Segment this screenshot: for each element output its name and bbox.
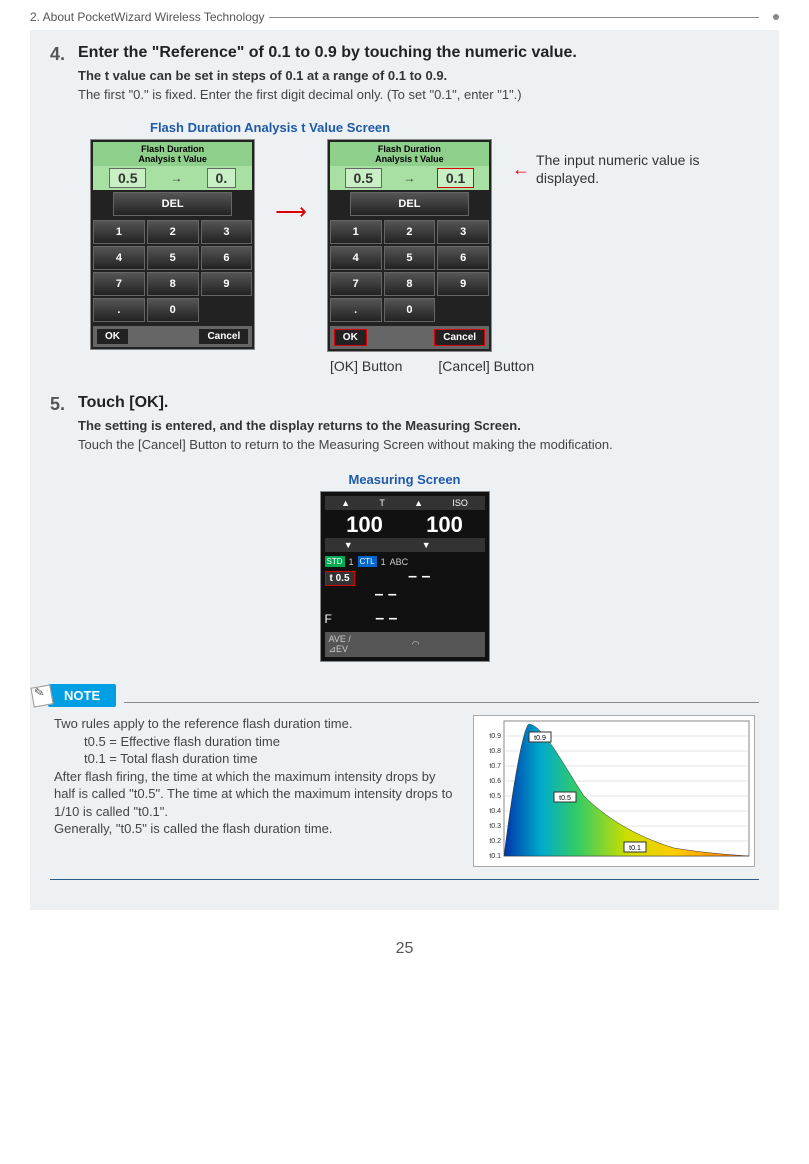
header-text: 2. About PocketWizard Wireless Technolog…	[30, 10, 265, 24]
svg-text:t0.5: t0.5	[559, 795, 571, 802]
numpad-screens: Flash Duration Analysis t Value 0.5 → 0.…	[90, 139, 759, 352]
svg-text:t0.4: t0.4	[489, 808, 501, 815]
svg-text:t0.6: t0.6	[489, 778, 501, 785]
circle-icon: ◠	[412, 639, 420, 650]
t05-badge: t 0.5	[325, 571, 355, 586]
pencil-icon	[30, 684, 53, 707]
note-body: Two rules apply to the reference flash d…	[50, 715, 759, 875]
note-line: t0.1 = Total flash duration time	[84, 750, 453, 768]
step-title: Touch [OK].	[78, 394, 759, 412]
key-7[interactable]: 7	[93, 272, 145, 296]
step-text: The first "0." is fixed. Enter the first…	[78, 87, 759, 102]
key-9[interactable]: 9	[437, 272, 489, 296]
key-5[interactable]: 5	[384, 246, 436, 270]
value-right-a[interactable]: 0.5	[345, 168, 382, 188]
key-1[interactable]: 1	[93, 220, 145, 244]
header-section: 2. About PocketWizard Wireless Technolog…	[30, 10, 779, 24]
arrow-left-icon: ←	[512, 159, 530, 180]
step-title: Enter the "Reference" of 0.1 to 0.9 by t…	[78, 44, 759, 62]
numpad-left: Flash Duration Analysis t Value 0.5 → 0.…	[90, 139, 255, 350]
numpad-right: Flash Duration Analysis t Value 0.5 → 0.…	[327, 139, 492, 352]
ok-button[interactable]: OK	[334, 329, 367, 346]
content-area: 4. Enter the "Reference" of 0.1 to 0.9 b…	[30, 30, 779, 910]
value-left-b[interactable]: 0.	[207, 168, 237, 188]
key-3[interactable]: 3	[201, 220, 253, 244]
key-6[interactable]: 6	[201, 246, 253, 270]
cancel-button[interactable]: Cancel	[199, 329, 248, 344]
key-0[interactable]: 0	[147, 298, 199, 322]
key-8[interactable]: 8	[384, 272, 436, 296]
screen-caption: Flash Duration Analysis t Value Screen	[150, 120, 759, 135]
key-8[interactable]: 8	[147, 272, 199, 296]
step-subtitle: The t value can be set in steps of 0.1 a…	[78, 68, 759, 83]
cancel-button[interactable]: Cancel	[434, 329, 485, 346]
cancel-label: [Cancel] Button	[438, 358, 534, 374]
step-5: 5. Touch [OK]. The setting is entered, a…	[50, 394, 759, 462]
step-subtitle: The setting is entered, and the display …	[78, 418, 759, 433]
step-4: 4. Enter the "Reference" of 0.1 to 0.9 b…	[50, 44, 759, 112]
svg-text:t0.3: t0.3	[489, 823, 501, 830]
flash-duration-chart: t0.9 t0.8 t0.7 t0.6 t0.5 t0.4 t0.3 t0.2 t0.1	[473, 715, 755, 867]
svg-text:t0.9: t0.9	[534, 735, 546, 742]
key-del[interactable]: DEL	[113, 192, 232, 216]
arrow-icon: ⟶	[275, 199, 307, 225]
ok-label: [OK] Button	[330, 358, 402, 374]
value-left-a[interactable]: 0.5	[109, 168, 146, 188]
svg-text:t0.1: t0.1	[629, 845, 641, 852]
step-number: 4.	[50, 44, 78, 112]
svg-text:t0.1: t0.1	[489, 853, 501, 860]
note-line: After flash firing, the time at which th…	[54, 768, 453, 821]
callout-text: The input numeric value is displayed.	[536, 151, 759, 187]
ok-button[interactable]: OK	[97, 329, 128, 344]
key-4[interactable]: 4	[330, 246, 382, 270]
measuring-screen: ▲ T ▲ ISO 100 100 ▼▼ STD 1 CTL 1 ABC t	[320, 491, 490, 662]
svg-text:t0.7: t0.7	[489, 763, 501, 770]
key-2[interactable]: 2	[384, 220, 436, 244]
step-text: Touch the [Cancel] Button to return to t…	[78, 437, 759, 452]
svg-text:t0.9: t0.9	[489, 733, 501, 740]
page-number: 25	[30, 940, 779, 958]
button-labels: [OK] Button [Cancel] Button	[330, 358, 759, 374]
key-0[interactable]: 0	[384, 298, 436, 322]
key-del[interactable]: DEL	[350, 192, 469, 216]
iso-value: 100	[426, 512, 463, 538]
t-value: 100	[346, 512, 383, 538]
key-3[interactable]: 3	[437, 220, 489, 244]
key-7[interactable]: 7	[330, 272, 382, 296]
key-dot[interactable]: .	[93, 298, 145, 322]
key-1[interactable]: 1	[330, 220, 382, 244]
note-line: Generally, "t0.5" is called the flash du…	[54, 820, 453, 838]
key-4[interactable]: 4	[93, 246, 145, 270]
key-5[interactable]: 5	[147, 246, 199, 270]
key-dot[interactable]: .	[330, 298, 382, 322]
step-number: 5.	[50, 394, 78, 462]
svg-text:t0.5: t0.5	[489, 793, 501, 800]
key-6[interactable]: 6	[437, 246, 489, 270]
svg-text:t0.8: t0.8	[489, 748, 501, 755]
key-9[interactable]: 9	[201, 272, 253, 296]
svg-text:t0.2: t0.2	[489, 838, 501, 845]
key-2[interactable]: 2	[147, 220, 199, 244]
measuring-caption: Measuring Screen	[50, 472, 759, 487]
note-line: t0.5 = Effective flash duration time	[84, 733, 453, 751]
note-header: NOTE	[32, 684, 759, 707]
note-line: Two rules apply to the reference flash d…	[54, 715, 453, 733]
value-right-b[interactable]: 0.1	[437, 168, 474, 188]
note-badge: NOTE	[48, 684, 116, 707]
